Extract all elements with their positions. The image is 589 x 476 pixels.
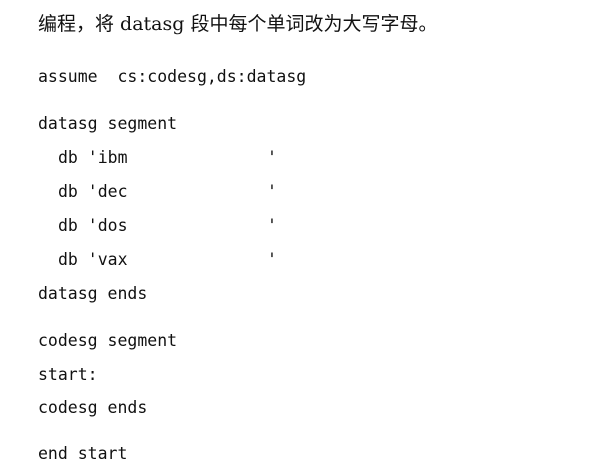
document-page: 编程，将 datasg 段中每个单词改为大写字母。 assume cs:code…: [0, 0, 589, 476]
db-close-quote: ': [267, 216, 277, 235]
code-line-db-2: db 'dec ': [58, 181, 298, 203]
code-line-start-label: start:: [38, 365, 98, 384]
db-text: db 'dec: [58, 182, 128, 201]
code-line-data-segment: datasg segment: [38, 114, 178, 133]
code-line-end-start: end start: [38, 444, 128, 463]
db-text: db 'ibm: [58, 148, 128, 167]
code-line-db-4: db 'vax ': [58, 249, 298, 271]
code-line-assume: assume cs:codesg,ds:datasg: [38, 67, 307, 86]
db-close-quote: ': [267, 148, 277, 167]
code-line-db-1: db 'ibm ': [58, 147, 298, 169]
code-line-db-3: db 'dos ': [58, 215, 298, 237]
db-text: db 'dos: [58, 216, 128, 235]
db-text: db 'vax: [58, 250, 128, 269]
db-close-quote: ': [267, 182, 277, 201]
db-close-quote: ': [267, 250, 277, 269]
code-line-data-ends: datasg ends: [38, 284, 148, 303]
code-line-code-ends: codesg ends: [38, 398, 148, 417]
code-line-code-segment: codesg segment: [38, 331, 178, 350]
exercise-title: 编程，将 datasg 段中每个单词改为大写字母。: [38, 13, 438, 35]
